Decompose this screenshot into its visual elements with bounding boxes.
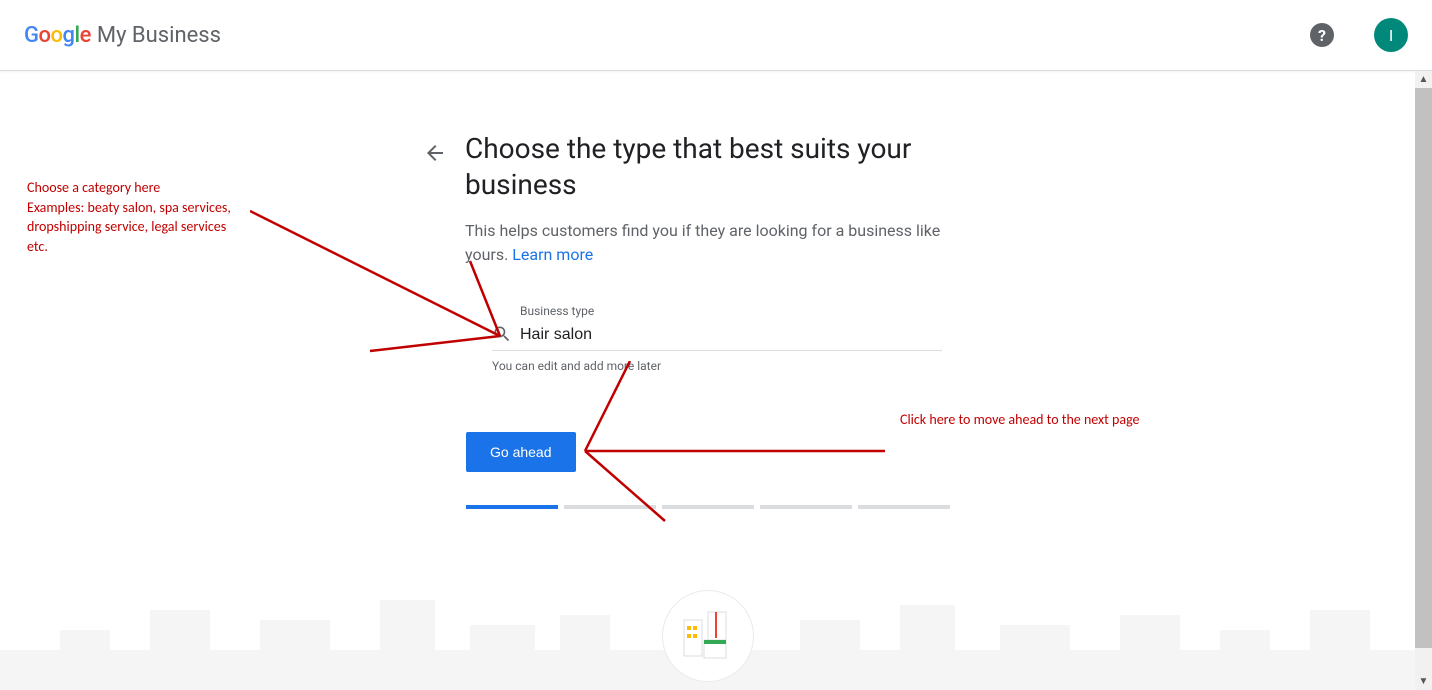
product-name: My Business — [97, 23, 221, 48]
footer-illustration — [0, 560, 1415, 690]
page-title: Choose the type that best suits your bus… — [465, 131, 965, 204]
learn-more-link[interactable]: Learn more — [512, 245, 593, 264]
business-type-field: Business type You can edit and add more … — [492, 304, 942, 373]
header-actions: ? I — [1310, 18, 1408, 52]
scroll-down-icon[interactable]: ▼ — [1415, 673, 1432, 690]
footer-badge-icon — [662, 590, 754, 682]
scroll-up-icon[interactable]: ▲ — [1415, 71, 1432, 88]
scrollbar[interactable]: ▲ ▼ — [1415, 71, 1432, 690]
progress-bar — [466, 505, 950, 509]
scroll-thumb[interactable] — [1415, 88, 1432, 648]
app-header: Google My Business ? I — [0, 0, 1432, 71]
logo-area[interactable]: Google My Business — [24, 23, 221, 48]
main-content: Choose the type that best suits your bus… — [0, 71, 1415, 690]
go-ahead-button[interactable]: Go ahead — [466, 432, 576, 472]
annotation-arrow-right — [575, 361, 895, 541]
progress-step-3 — [662, 505, 754, 509]
search-icon — [492, 324, 512, 344]
progress-step-5 — [858, 505, 950, 509]
input-hint: You can edit and add more later — [492, 359, 942, 373]
page-subtitle: This helps customers find you if they ar… — [465, 219, 945, 267]
google-logo: Google — [24, 23, 91, 48]
annotation-button: Click here to move ahead to the next pag… — [900, 410, 1160, 430]
progress-step-4 — [760, 505, 852, 509]
help-icon[interactable]: ? — [1310, 23, 1334, 47]
input-label: Business type — [492, 304, 942, 318]
progress-step-1 — [466, 505, 558, 509]
business-type-input[interactable] — [492, 320, 942, 351]
annotation-category: Choose a category here Examples: beaty s… — [27, 178, 247, 256]
avatar[interactable]: I — [1374, 18, 1408, 52]
back-arrow-icon[interactable] — [423, 141, 447, 171]
progress-step-2 — [564, 505, 656, 509]
